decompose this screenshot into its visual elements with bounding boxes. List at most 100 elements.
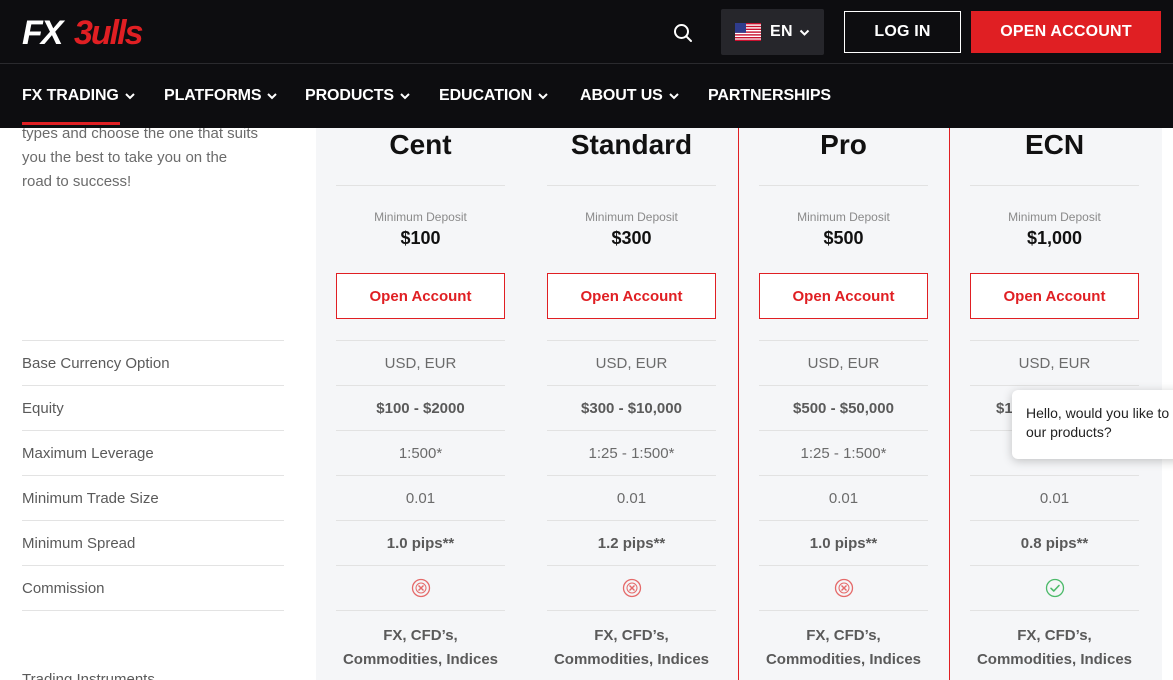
nav-item-label: ABOUT US <box>580 87 663 104</box>
cell-commission <box>970 565 1139 610</box>
chevron-down-icon <box>400 93 410 100</box>
main-nav: FX TRADING PLATFORMS PRODUCTS EDUCATION … <box>0 64 1173 128</box>
intro-line: types and choose the one that suits <box>22 128 258 142</box>
account-column-pro: Pro Minimum Deposit $500 Open Account US… <box>738 128 950 680</box>
nav-item-label: PRODUCTS <box>305 87 394 104</box>
login-button[interactable]: LOG IN <box>844 11 961 53</box>
search-icon[interactable] <box>672 22 694 44</box>
cell-leverage: 1:500* <box>336 430 505 475</box>
language-selector[interactable]: EN <box>721 9 824 55</box>
language-code: EN <box>770 23 793 40</box>
cell-spread: 0.8 pips** <box>970 520 1139 565</box>
active-nav-indicator <box>22 122 120 125</box>
cell-instruments: FX, CFD’s, Commodities, Indices <box>759 610 928 680</box>
cell-commission <box>759 565 928 610</box>
row-label: Commission <box>22 565 284 610</box>
cell-equity: $100 - $2000 <box>336 385 505 430</box>
open-account-button[interactable]: OPEN ACCOUNT <box>971 11 1161 53</box>
us-flag-icon <box>735 23 761 41</box>
instruments-line: FX, CFD’s, <box>1017 626 1092 644</box>
chat-line: Hello, would you like to <box>1026 405 1170 421</box>
account-title: Cent <box>336 128 505 186</box>
instruments-line: Commodities, Indices <box>765 650 922 668</box>
account-title: Pro <box>759 128 928 186</box>
min-deposit-label: Minimum Deposit <box>374 210 467 224</box>
nav-item-fx-trading[interactable]: FX TRADING <box>22 64 135 128</box>
svg-text:FX: FX <box>22 14 66 50</box>
chevron-down-icon <box>538 93 548 100</box>
cell-currency: USD, EUR <box>759 340 928 385</box>
cell-trade-size: 0.01 <box>759 475 928 520</box>
top-bar: FX 3ulls EN LOG IN OPEN ACCOUNT <box>0 0 1173 64</box>
row-label: Minimum Spread <box>22 520 284 565</box>
cell-spread: 1.0 pips** <box>759 520 928 565</box>
chevron-down-icon <box>799 29 810 36</box>
nav-item-partnerships[interactable]: PARTNERSHIPS <box>708 64 831 128</box>
instruments-line: Commodities, Indices <box>976 650 1133 668</box>
nav-item-about-us[interactable]: ABOUT US <box>580 64 679 128</box>
instruments-line: FX, CFD’s, <box>806 626 881 644</box>
nav-item-label: PARTNERSHIPS <box>708 87 831 104</box>
cross-icon <box>834 578 853 598</box>
intro-line: you the best to take you on the <box>22 149 228 166</box>
open-account-ecn-button[interactable]: Open Account <box>970 273 1139 319</box>
account-title: Standard <box>547 128 716 186</box>
open-account-cent-button[interactable]: Open Account <box>336 273 505 319</box>
row-labels: Base Currency Option Equity Maximum Leve… <box>22 340 284 680</box>
cell-spread: 1.2 pips** <box>547 520 716 565</box>
min-deposit-value: $1,000 <box>1026 228 1083 248</box>
svg-text:3ulls: 3ulls <box>74 14 143 50</box>
nav-item-products[interactable]: PRODUCTS <box>305 64 410 128</box>
cell-commission <box>336 565 505 610</box>
cross-icon <box>411 578 430 598</box>
open-account-standard-button[interactable]: Open Account <box>547 273 716 319</box>
cell-trade-size: 0.01 <box>336 475 505 520</box>
check-icon <box>1045 578 1064 598</box>
min-deposit-value: $500 <box>823 228 864 248</box>
cell-currency: USD, EUR <box>547 340 716 385</box>
account-title: ECN <box>970 128 1139 186</box>
account-cells: USD, EUR $500 - $50,000 1:25 - 1:500* 0.… <box>759 340 928 680</box>
instruments-line: Commodities, Indices <box>342 650 499 668</box>
chevron-down-icon <box>125 93 135 100</box>
min-deposit-label: Minimum Deposit <box>797 210 890 224</box>
row-label: Base Currency Option <box>22 340 284 385</box>
cell-trade-size: 0.01 <box>970 475 1139 520</box>
chevron-down-icon <box>267 93 278 100</box>
nav-item-label: FX TRADING <box>22 87 119 104</box>
cross-icon <box>622 578 641 598</box>
account-cells: USD, EUR $300 - $10,000 1:25 - 1:500* 0.… <box>547 340 716 680</box>
fxbulls-logo[interactable]: FX 3ulls <box>22 14 182 50</box>
intro-text: types and choose the one that suits you … <box>22 128 292 194</box>
min-deposit-label: Minimum Deposit <box>1008 210 1101 224</box>
cell-currency: USD, EUR <box>336 340 505 385</box>
open-account-pro-button[interactable]: Open Account <box>759 273 928 319</box>
cell-currency: USD, EUR <box>970 340 1139 385</box>
cell-leverage: 1:25 - 1:500* <box>547 430 716 475</box>
cell-instruments: FX, CFD’s, Commodities, Indices <box>336 610 505 680</box>
cell-instruments: FX, CFD’s, Commodities, Indices <box>547 610 716 680</box>
min-deposit-label: Minimum Deposit <box>585 210 678 224</box>
cell-equity: $300 - $10,000 <box>547 385 716 430</box>
instruments-line: FX, CFD’s, <box>594 626 669 644</box>
cell-equity: $500 - $50,000 <box>759 385 928 430</box>
chat-line: our products? <box>1026 424 1112 440</box>
account-comparison: types and choose the one that suits you … <box>0 128 1173 680</box>
cell-commission <box>547 565 716 610</box>
nav-item-platforms[interactable]: PLATFORMS <box>164 64 278 128</box>
cell-spread: 1.0 pips** <box>336 520 505 565</box>
cell-trade-size: 0.01 <box>547 475 716 520</box>
cell-instruments: FX, CFD’s, Commodities, Indices <box>970 610 1139 680</box>
intro-line: road to success! <box>22 173 132 190</box>
chevron-down-icon <box>669 93 679 100</box>
nav-item-label: EDUCATION <box>439 87 533 104</box>
row-label: Minimum Trade Size <box>22 475 284 520</box>
nav-item-education[interactable]: EDUCATION <box>439 64 548 128</box>
min-deposit-value: $300 <box>611 228 652 248</box>
nav-item-label: PLATFORMS <box>164 87 262 104</box>
chat-bubble[interactable]: Hello, would you like to our products? <box>1012 390 1173 459</box>
cell-leverage: 1:25 - 1:500* <box>759 430 928 475</box>
row-label: Trading Instruments <box>22 610 284 680</box>
instruments-line: FX, CFD’s, <box>383 626 458 644</box>
account-column-cent: Cent Minimum Deposit $100 Open Account U… <box>316 128 528 680</box>
